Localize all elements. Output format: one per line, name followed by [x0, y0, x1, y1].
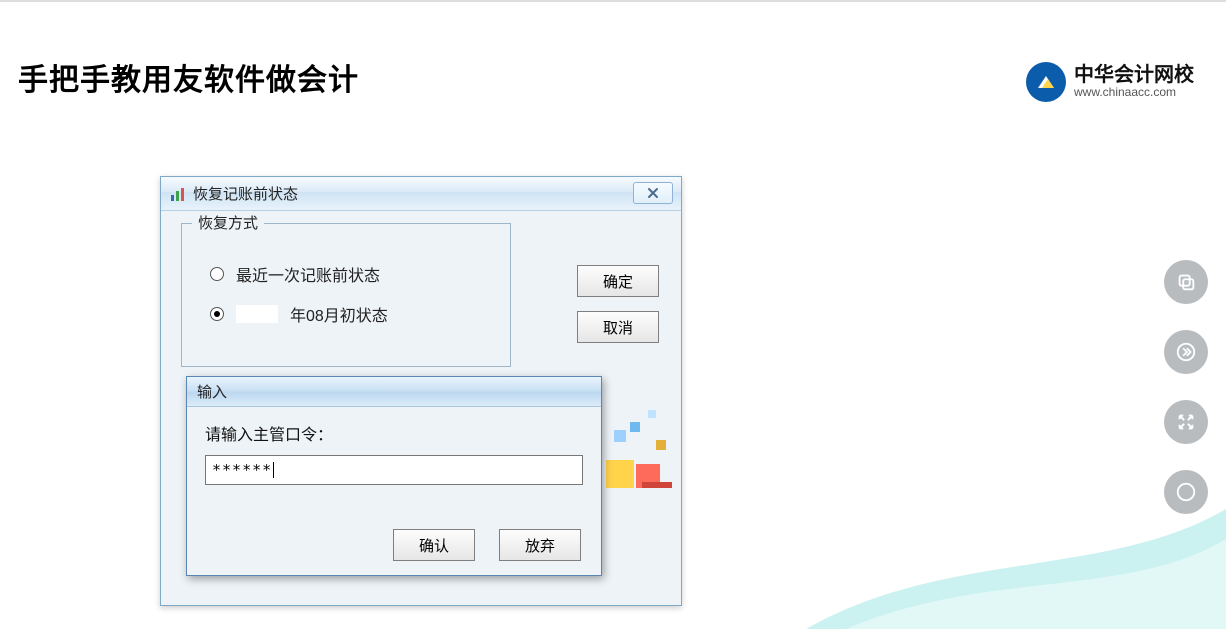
- radio-recent[interactable]: [210, 267, 224, 281]
- restore-mode-legend: 恢复方式: [192, 212, 264, 233]
- option-recent-label: 最近一次记账前状态: [236, 262, 380, 286]
- collapse-icon[interactable]: [1164, 400, 1208, 444]
- password-dialog-title: 输入: [197, 381, 227, 402]
- page-title: 手把手教用友软件做会计: [18, 55, 359, 99]
- radio-month[interactable]: [210, 307, 224, 321]
- fast-forward-icon[interactable]: [1164, 330, 1208, 374]
- close-button[interactable]: [633, 182, 673, 204]
- password-dialog: 输入 请输入主管口令： ****** 确认 放弃: [186, 376, 602, 576]
- brand: 中华会计网校 www.chinaacc.com: [1026, 62, 1194, 102]
- brand-logo-icon: [1026, 62, 1066, 102]
- record-icon[interactable]: [1164, 470, 1208, 514]
- background-swoosh: [806, 509, 1226, 629]
- top-divider: [0, 0, 1226, 2]
- password-prompt: 请输入主管口令：: [205, 421, 583, 445]
- confirm-button[interactable]: 确认: [393, 529, 475, 561]
- app-icon: [169, 185, 187, 203]
- brand-url: www.chinaacc.com: [1074, 86, 1194, 99]
- restore-dialog-title: 恢复记账前状态: [193, 183, 298, 204]
- password-dialog-titlebar[interactable]: 输入: [187, 377, 601, 407]
- password-input[interactable]: ******: [205, 455, 583, 485]
- restore-mode-group: 恢复方式 最近一次记账前状态 年08月初状态: [181, 223, 511, 367]
- cancel-button[interactable]: 取消: [577, 311, 659, 343]
- brand-name: 中华会计网校: [1074, 64, 1194, 86]
- option-recent-row[interactable]: 最近一次记账前状态: [210, 262, 490, 286]
- year-blank: [236, 305, 278, 323]
- restore-dialog-titlebar[interactable]: 恢复记账前状态: [161, 177, 681, 211]
- ok-button[interactable]: 确定: [577, 265, 659, 297]
- side-toolbar: [1164, 260, 1208, 514]
- abandon-button[interactable]: 放弃: [499, 529, 581, 561]
- text-caret: [273, 462, 274, 478]
- password-value: ******: [212, 461, 272, 479]
- option-month-row[interactable]: 年08月初状态: [210, 302, 490, 326]
- option-month-label: 年08月初状态: [290, 302, 388, 326]
- copy-icon[interactable]: [1164, 260, 1208, 304]
